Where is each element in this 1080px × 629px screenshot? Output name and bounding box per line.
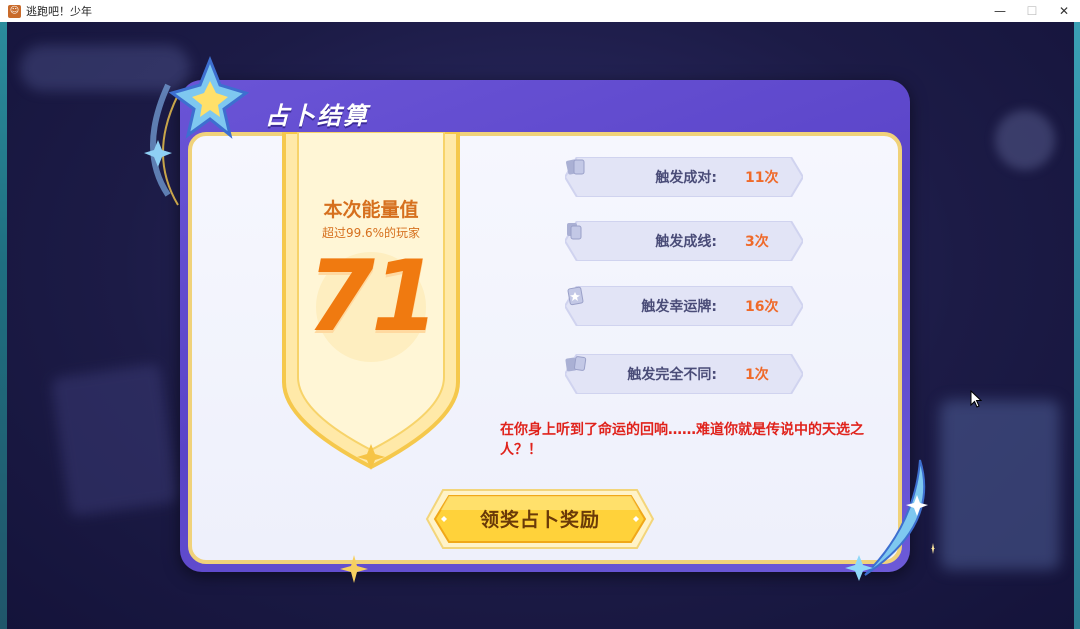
moon-ornament-icon [845, 459, 935, 581]
desktop-edge-left [0, 22, 7, 629]
stat-lucky: 触发幸运牌: 16次 [565, 286, 803, 326]
close-button[interactable]: ✕ [1048, 0, 1080, 22]
line-cards-icon [567, 223, 582, 240]
blurred-background-avatar [995, 110, 1055, 170]
stat-label: 触发成对: [655, 170, 717, 186]
claim-reward-label[interactable]: 领奖占卜奖励 [425, 505, 655, 532]
maximize-button[interactable]: ☐ [1016, 0, 1048, 22]
mouse-cursor-icon [970, 390, 982, 408]
game-window: ☺ 逃跑吧！少年 — ☐ ✕ 占卜结算 本次能量值 超过99.6%的玩家 71 … [0, 0, 1080, 629]
stat-value: 11次 [745, 170, 779, 186]
minimize-button[interactable]: — [984, 0, 1016, 22]
desktop-edge-right [1074, 22, 1080, 629]
window-title: 逃跑吧！少年 [26, 5, 92, 18]
stat-label: 触发幸运牌: [641, 299, 717, 315]
lucky-card-icon [567, 286, 584, 306]
blurred-background-card [50, 363, 180, 517]
sparkle-icon [340, 555, 368, 583]
energy-label: 本次能量值 [323, 199, 419, 221]
blurred-background-card [940, 400, 1060, 570]
pair-cards-icon [566, 159, 585, 175]
stat-value: 1次 [745, 367, 769, 383]
stat-pair: 触发成对: 11次 [565, 157, 803, 197]
dialog-title: 占卜结算 [265, 102, 369, 130]
star-ornament-icon [144, 55, 250, 206]
app-icon: ☺ [8, 4, 21, 18]
window-controls: — ☐ ✕ [984, 0, 1080, 22]
stat-label: 触发成线: [655, 234, 717, 250]
title-bar[interactable]: ☺ 逃跑吧！少年 — ☐ ✕ [0, 0, 1080, 23]
stat-different: 触发完全不同: 1次 [565, 354, 803, 394]
flavor-text: 在你身上听到了命运的回响……难道你就是传说中的天选之人？！ [500, 422, 864, 458]
different-cards-icon [565, 356, 587, 372]
stat-label: 触发完全不同: [627, 367, 717, 383]
stat-line: 触发成线: 3次 [565, 221, 803, 261]
energy-percentile: 超过99.6%的玩家 [321, 226, 421, 240]
energy-score: 71 [306, 240, 439, 354]
stat-value: 3次 [745, 234, 769, 250]
stat-value: 16次 [745, 299, 779, 315]
